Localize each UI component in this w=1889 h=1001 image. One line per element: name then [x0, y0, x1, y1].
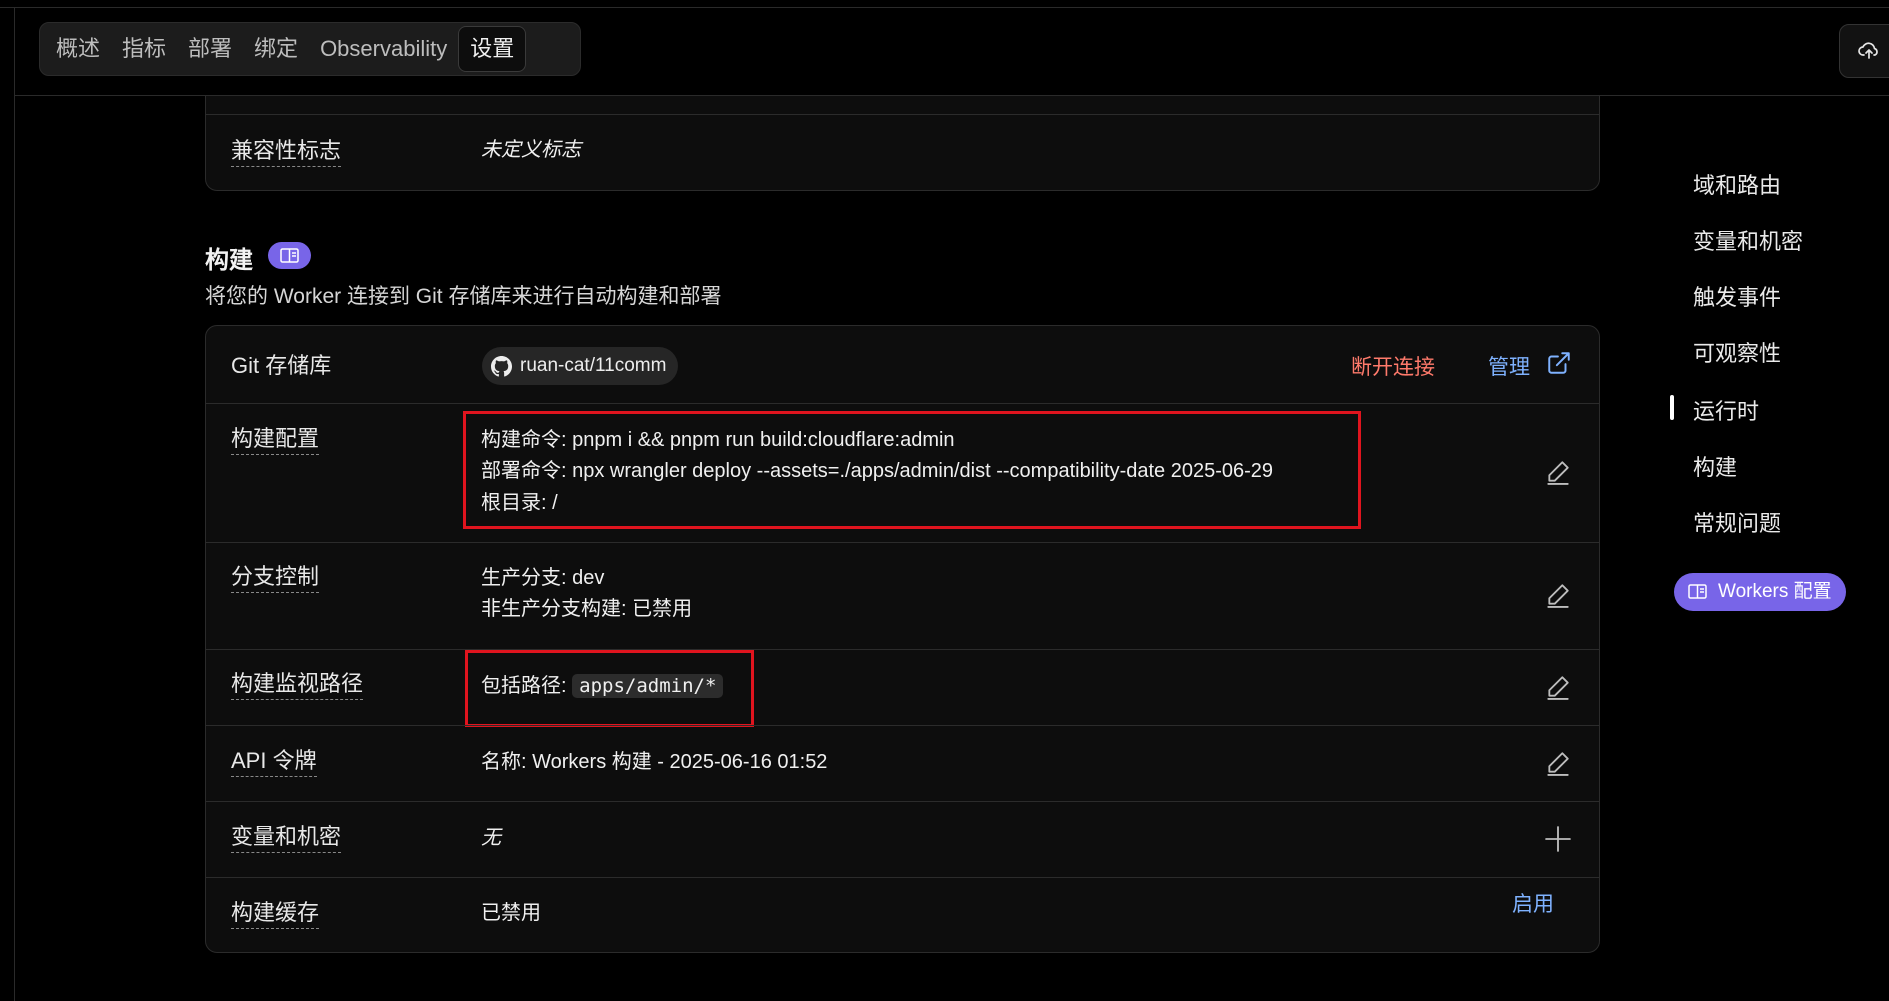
build-command: 构建命令: pnpm i && pnpm run build:cloudflar… [481, 429, 955, 451]
side-nav-build[interactable]: 构建 [1693, 450, 1737, 482]
tab-settings[interactable]: 设置 [458, 26, 527, 72]
build-config-label[interactable]: 构建配置 [231, 426, 320, 455]
repo-name: ruan-cat/11comm [520, 355, 667, 376]
compat-flags-value: 未定义标志 [481, 139, 581, 161]
upload-button[interactable] [1839, 24, 1889, 78]
api-token-name: 名称: Workers 构建 - 2025-06-16 01:52 [481, 751, 828, 773]
watch-paths-label[interactable]: 构建监视路径 [231, 671, 364, 700]
side-nav-general[interactable]: 常规问题 [1693, 506, 1781, 538]
manage-link[interactable]: 管理 [1488, 351, 1530, 381]
non-production-builds: 非生产分支构建: 已禁用 [481, 598, 693, 620]
pencil-icon[interactable] [1545, 750, 1571, 776]
row-divider [206, 403, 1599, 404]
enable-cache-button[interactable]: 启用 [1512, 888, 1554, 918]
git-repo-label: Git 存储库 [231, 353, 332, 378]
tab-overview[interactable]: 概述 [45, 27, 111, 71]
build-docs-button[interactable] [268, 242, 311, 269]
row-divider [206, 114, 1599, 115]
row-divider [206, 649, 1599, 650]
build-settings-card: Git 存储库 ruan-cat/11comm 断开连接 管理 构建配置 构建命… [205, 325, 1600, 953]
tab-observability[interactable]: Observability [309, 27, 458, 71]
tab-bindings[interactable]: 绑定 [243, 27, 309, 71]
side-nav-active-indicator [1670, 395, 1674, 420]
side-nav-observability[interactable]: 可观察性 [1693, 336, 1781, 368]
pencil-icon[interactable] [1545, 459, 1571, 485]
include-paths: 包括路径: apps/admin/* [481, 671, 724, 702]
build-cache-value: 已禁用 [481, 902, 541, 924]
row-divider [206, 542, 1599, 543]
root-directory: 根目录: / [481, 492, 558, 514]
side-nav-runtime[interactable]: 运行时 [1693, 394, 1759, 426]
compat-flags-label[interactable]: 兼容性标志 [231, 138, 342, 167]
window-top-border [0, 7, 1889, 8]
row-divider [206, 725, 1599, 726]
window-left-border [14, 8, 15, 1001]
row-divider [206, 801, 1599, 802]
workers-config-docs-button[interactable]: Workers 配置 [1674, 573, 1846, 611]
tab-metrics[interactable]: 指标 [111, 27, 177, 71]
branch-control-label[interactable]: 分支控制 [231, 564, 320, 593]
settings-tab-bar: 概述 指标 部署 绑定 Observability 设置 [39, 22, 581, 76]
api-token-label[interactable]: API 令牌 [231, 748, 317, 777]
repo-link[interactable]: ruan-cat/11comm [482, 347, 679, 385]
external-link-icon[interactable] [1546, 350, 1572, 376]
pencil-icon[interactable] [1545, 582, 1571, 608]
production-branch: 生产分支: dev [481, 567, 605, 589]
build-cache-label[interactable]: 构建缓存 [231, 900, 320, 929]
build-section-subtitle: 将您的 Worker 连接到 Git 存储库来进行自动构建和部署 [205, 285, 722, 308]
row-divider [206, 877, 1599, 878]
github-icon [491, 356, 512, 377]
build-vars-label[interactable]: 变量和机密 [231, 824, 342, 853]
workers-config-label: Workers 配置 [1718, 581, 1832, 602]
book-icon [1688, 584, 1707, 599]
pencil-icon[interactable] [1545, 674, 1571, 700]
runtime-card: 兼容性标志 未定义标志 [205, 96, 1600, 191]
disconnect-button[interactable]: 断开连接 [1351, 351, 1435, 381]
side-nav-triggers[interactable]: 触发事件 [1693, 280, 1781, 312]
include-path-value: apps/admin/* [572, 674, 724, 698]
include-paths-label: 包括路径: [481, 675, 567, 697]
build-section-title: 构建 [205, 247, 253, 274]
plus-icon[interactable] [1545, 826, 1571, 852]
side-nav-domains-routes[interactable]: 域和路由 [1693, 168, 1781, 200]
build-vars-value: 无 [481, 827, 501, 849]
deploy-command: 部署命令: npx wrangler deploy --assets=./app… [481, 460, 1274, 482]
side-nav-variables-secrets[interactable]: 变量和机密 [1693, 224, 1803, 256]
cloud-upload-icon [1858, 42, 1878, 59]
tab-deployments[interactable]: 部署 [177, 27, 243, 71]
book-icon [280, 248, 299, 263]
